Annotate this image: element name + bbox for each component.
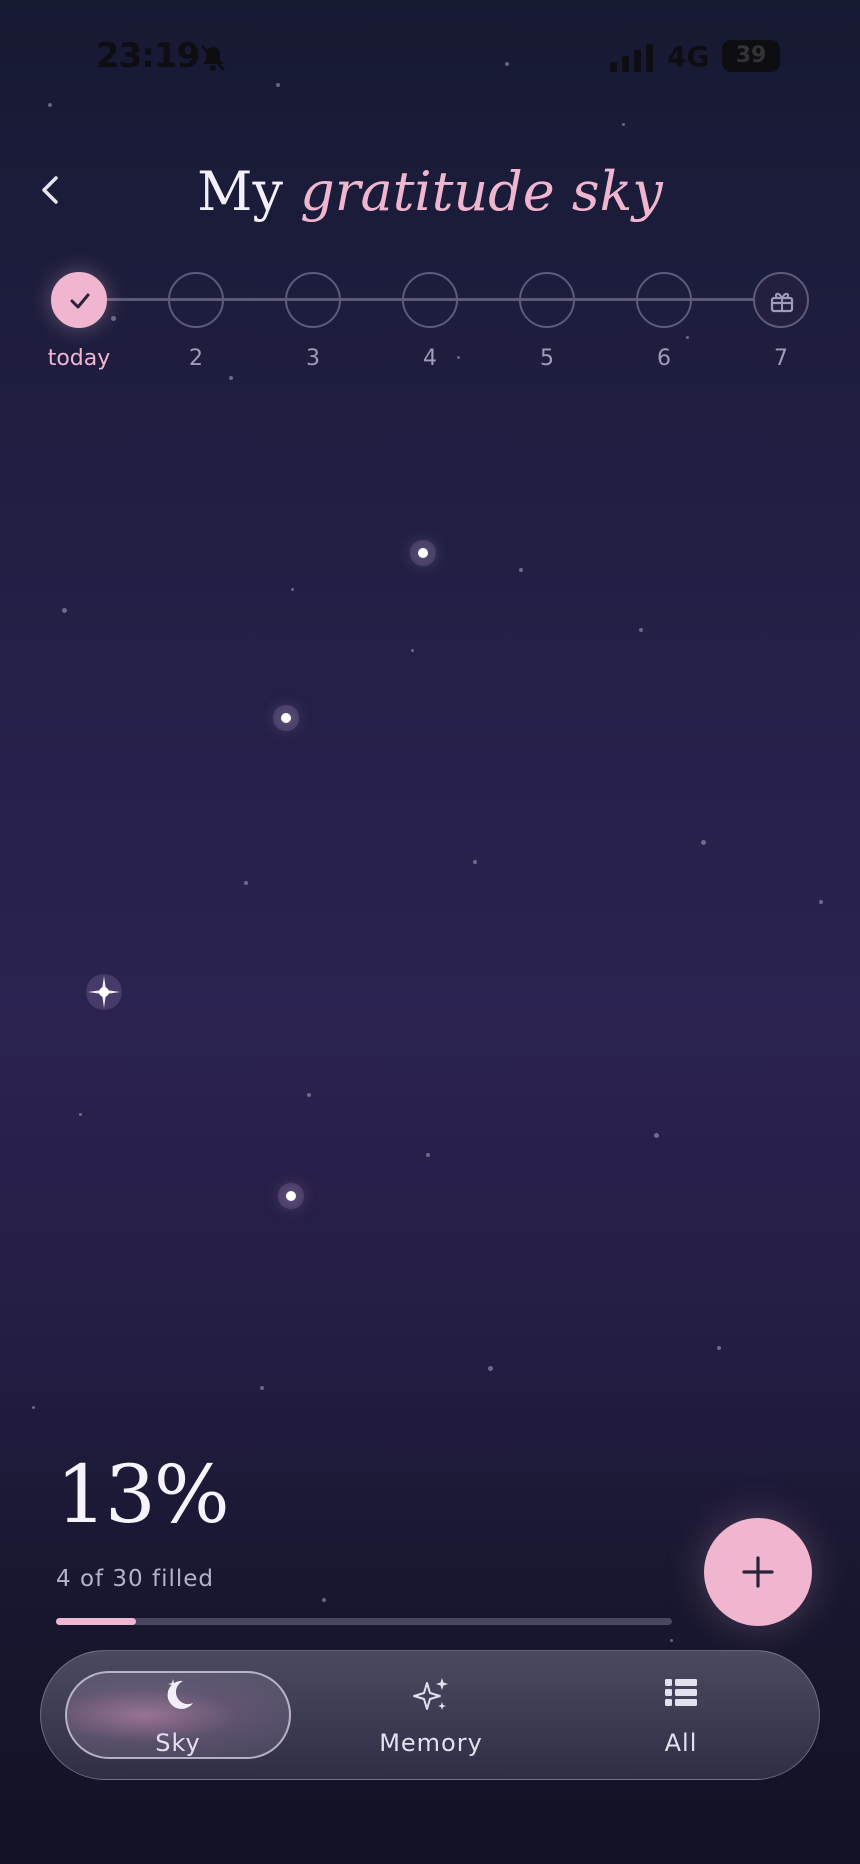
background-star [62, 608, 67, 613]
signal-icon [610, 44, 653, 72]
gift-icon [770, 292, 794, 313]
step-7-reward[interactable] [753, 272, 809, 328]
nav-tab-all[interactable]: All [571, 1651, 791, 1781]
background-star [48, 103, 52, 107]
background-star [229, 376, 233, 380]
add-entry-button[interactable] [704, 1518, 812, 1626]
gratitude-star[interactable] [286, 1191, 296, 1201]
background-star [291, 588, 294, 591]
background-star [244, 881, 248, 885]
background-star [307, 1093, 311, 1097]
step-2[interactable] [168, 272, 224, 328]
background-star [654, 1133, 659, 1138]
gratitude-star[interactable] [281, 713, 291, 723]
background-star [686, 336, 689, 339]
plus-icon [742, 1556, 774, 1588]
background-star [32, 1406, 35, 1409]
background-star [488, 1366, 493, 1371]
background-star [260, 1386, 264, 1390]
background-star [717, 1346, 721, 1350]
background-star [79, 1113, 82, 1116]
step-label-3: 3 [306, 346, 320, 371]
bell-muted-icon [200, 44, 226, 72]
network-type: 4G [667, 40, 710, 73]
sparkles-icon [413, 1678, 448, 1710]
list-icon [665, 1679, 697, 1706]
nav-label-sky: Sky [155, 1729, 201, 1757]
background-star [411, 649, 414, 652]
sparkle-star-icon[interactable] [82, 970, 126, 1014]
step-label-2: 2 [189, 346, 203, 371]
nav-label-memory: Memory [379, 1729, 483, 1757]
bottom-nav: Sky Memory All [40, 1650, 820, 1780]
background-star [622, 123, 625, 126]
battery-icon: 39 [722, 40, 780, 72]
step-label-7: 7 [774, 346, 788, 371]
title-accent: gratitude sky [300, 160, 663, 223]
battery-level: 39 [735, 43, 767, 68]
progress-bar-fill [56, 1618, 137, 1625]
gratitude-star[interactable] [418, 548, 428, 558]
status-time: 23:19 [96, 36, 200, 76]
background-star [670, 1639, 673, 1642]
background-star [639, 628, 643, 632]
step-6[interactable] [636, 272, 692, 328]
nav-tab-sky[interactable]: Sky [65, 1651, 291, 1781]
background-star [457, 356, 460, 359]
progress-percent: 13% [56, 1448, 230, 1541]
background-star [111, 316, 116, 321]
step-4[interactable] [402, 272, 458, 328]
step-3[interactable] [285, 272, 341, 328]
step-5[interactable] [519, 272, 575, 328]
check-icon [70, 293, 90, 309]
progress-bar [56, 1618, 672, 1625]
nav-label-all: All [664, 1729, 698, 1757]
step-label-today: today [47, 346, 111, 371]
step-today[interactable] [51, 272, 107, 328]
background-star [322, 1598, 326, 1602]
nav-tab-memory[interactable]: Memory [321, 1651, 541, 1781]
background-star [473, 860, 477, 864]
background-star [519, 568, 523, 572]
background-star [819, 900, 823, 904]
page-title: My gratitude sky [0, 160, 860, 223]
step-label-5: 5 [540, 346, 554, 371]
background-star [276, 83, 280, 87]
step-label-6: 6 [657, 346, 671, 371]
background-star [701, 840, 706, 845]
title-plain: My [197, 160, 283, 223]
background-star [505, 62, 509, 66]
background-star [426, 1153, 430, 1157]
progress-caption: 4 of 30 filled [56, 1566, 215, 1592]
moon-stars-icon [167, 1679, 193, 1709]
step-label-4: 4 [423, 346, 437, 371]
